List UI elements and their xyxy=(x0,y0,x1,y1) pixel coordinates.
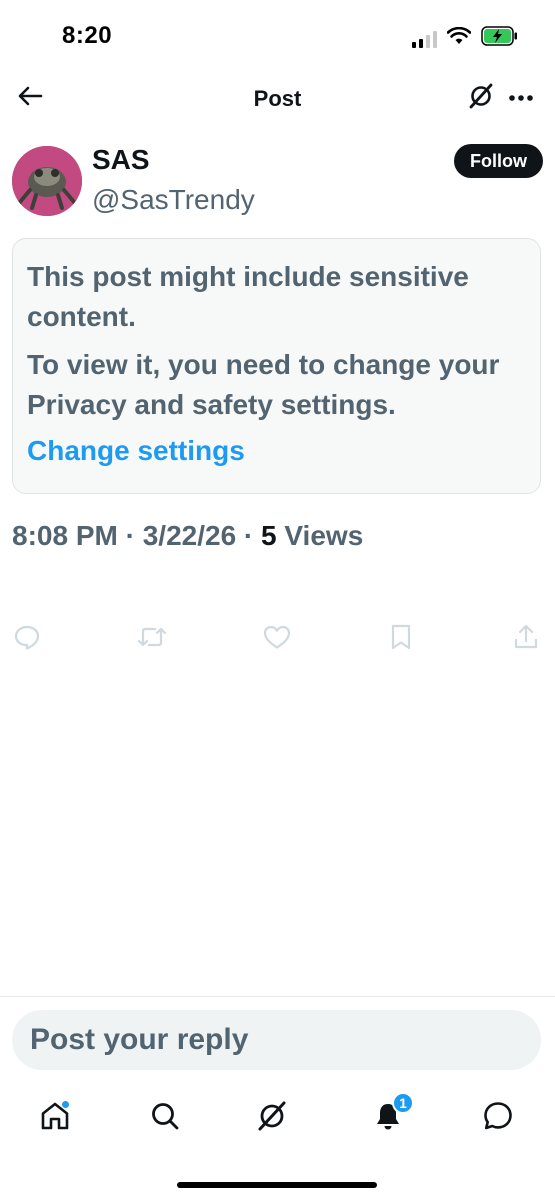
meta-separator: · xyxy=(125,520,135,551)
notice-title: This post might include sensitive conten… xyxy=(27,261,469,332)
sensitive-content-notice: This post might include sensitive conten… xyxy=(12,238,541,494)
tab-bar: 1 xyxy=(0,1090,555,1146)
notice-body: To view it, you need to change your Priv… xyxy=(27,349,500,420)
more-dots-icon xyxy=(508,89,534,107)
author-name[interactable]: SAS xyxy=(92,144,150,176)
grok-button[interactable] xyxy=(465,82,497,114)
bookmark-icon xyxy=(389,623,413,656)
tab-search[interactable] xyxy=(145,1098,185,1138)
grok-icon xyxy=(467,82,495,115)
grok-icon xyxy=(255,1099,289,1138)
more-button[interactable] xyxy=(505,82,537,114)
reply-button[interactable] xyxy=(12,624,42,654)
home-badge-dot xyxy=(61,1100,70,1109)
reply-divider xyxy=(0,996,555,997)
meta-separator: · xyxy=(243,520,254,551)
post-date: 3/22/26 xyxy=(142,520,237,551)
post-header: Post xyxy=(0,72,555,126)
wifi-icon xyxy=(446,26,472,50)
home-indicator xyxy=(177,1182,377,1188)
repost-icon xyxy=(137,623,167,656)
tab-messages[interactable] xyxy=(478,1098,518,1138)
tab-grok[interactable] xyxy=(252,1098,292,1138)
like-icon xyxy=(262,623,292,656)
like-button[interactable] xyxy=(262,624,292,654)
post-author: SAS @SasTrendy Follow xyxy=(12,142,543,222)
search-icon xyxy=(149,1100,181,1137)
follow-button[interactable]: Follow xyxy=(454,144,543,178)
tab-notifications[interactable]: 1 xyxy=(368,1092,414,1138)
views-count[interactable]: 5 xyxy=(261,520,277,551)
status-time: 8:20 xyxy=(62,22,113,49)
author-handle[interactable]: @SasTrendy xyxy=(92,184,255,216)
avatar[interactable] xyxy=(12,146,82,216)
tab-home[interactable] xyxy=(35,1098,75,1138)
reply-placeholder: Post your reply xyxy=(30,1023,249,1056)
status-icons xyxy=(412,26,519,51)
share-icon xyxy=(512,623,540,656)
views-label[interactable]: Views xyxy=(284,520,363,551)
repost-button[interactable] xyxy=(137,624,167,654)
signal-icon xyxy=(412,30,437,48)
bookmark-button[interactable] xyxy=(386,624,416,654)
post-meta: 8:08 PM · 3/22/26 · 5 Views xyxy=(12,520,363,552)
notifications-badge: 1 xyxy=(392,1092,414,1114)
share-button[interactable] xyxy=(511,624,541,654)
post-time: 8:08 PM xyxy=(12,520,118,551)
messages-icon xyxy=(481,1099,515,1138)
post-actions xyxy=(12,622,541,656)
status-bar: 8:20 xyxy=(0,0,555,72)
reply-icon xyxy=(13,623,41,656)
battery-charging-icon xyxy=(481,26,519,51)
reply-input[interactable]: Post your reply xyxy=(12,1010,541,1070)
change-settings-link[interactable]: Change settings xyxy=(27,431,245,471)
